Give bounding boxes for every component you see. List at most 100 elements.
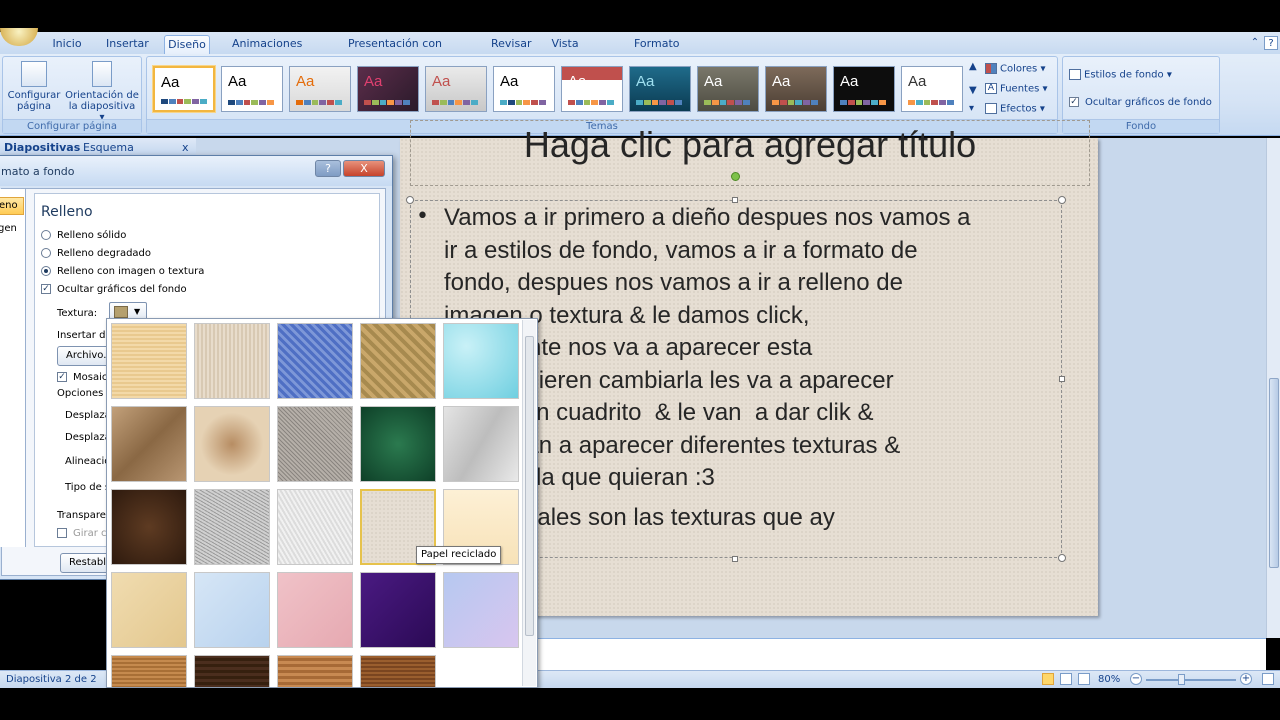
zoom-in-icon[interactable]: + (1240, 673, 1252, 685)
theme-thumbnail[interactable]: Aa (765, 66, 827, 112)
theme-thumbnail[interactable]: Aa (289, 66, 351, 112)
zoom-out-icon[interactable]: − (1130, 673, 1142, 685)
theme-thumbnail[interactable]: Aa (629, 66, 691, 112)
radio-icon (41, 230, 51, 240)
sorter-view-icon[interactable] (1060, 673, 1072, 685)
texture-tile[interactable] (194, 655, 270, 687)
texture-tile[interactable] (277, 406, 353, 482)
checkbox-ocultar-graficos[interactable]: ✓ Ocultar gráficos del fondo (41, 284, 187, 295)
zoom-slider-thumb[interactable] (1178, 674, 1185, 685)
tab-inicio[interactable]: Inicio (52, 35, 82, 54)
tab-vista[interactable]: Vista (551, 35, 579, 54)
orientacion-button[interactable]: Orientación de la diapositiva ▾ (65, 61, 139, 123)
texture-gallery (106, 318, 538, 688)
texture-tile[interactable] (360, 655, 436, 687)
texture-tooltip: Papel reciclado (416, 546, 502, 564)
more-themes-icon[interactable]: ▾ (969, 103, 974, 114)
texture-tile[interactable] (194, 572, 270, 648)
theme-thumbnail[interactable]: Aa (425, 66, 487, 112)
radio-relleno-solido[interactable]: Relleno sólido (41, 230, 126, 241)
powerpoint-window: Inicio Insertar Diseño Animaciones Presentac… (0, 0, 1280, 720)
textura-label: Textura: (57, 308, 98, 319)
theme-color-swatches (704, 100, 750, 105)
theme-sample-text: Aa (840, 73, 859, 90)
help-button[interactable]: ? (315, 160, 341, 177)
texture-tile[interactable] (194, 489, 270, 565)
close-button[interactable]: X (343, 160, 385, 177)
theme-thumbnail[interactable]: Aa (561, 66, 623, 112)
zoom-level[interactable]: 80% (1098, 674, 1120, 685)
theme-thumbnail[interactable]: Aa (901, 66, 963, 112)
normal-view-icon[interactable] (1042, 673, 1054, 685)
scrollbar-thumb[interactable] (1269, 378, 1279, 568)
texture-tile[interactable] (277, 655, 353, 687)
minimize-ribbon-icon[interactable]: ⌃ (1248, 36, 1262, 50)
zoom-slider[interactable] (1146, 679, 1236, 681)
nav-relleno[interactable]: eno (0, 197, 24, 215)
tab-animaciones[interactable]: Animaciones (232, 35, 302, 54)
vertical-scrollbar[interactable] (1266, 138, 1280, 638)
tab-esquema[interactable]: Esquema (83, 140, 134, 156)
estilos-fondo-button[interactable]: Estilos de fondo ▾ (1069, 69, 1172, 81)
scroll-up-themes[interactable]: ▲ (969, 61, 977, 72)
texture-tile[interactable] (194, 406, 270, 482)
colores-button[interactable]: Colores ▾ (985, 63, 1045, 75)
texture-tile[interactable] (443, 572, 519, 648)
theme-thumbnail[interactable]: Aa (833, 66, 895, 112)
theme-thumbnail[interactable]: Aa (357, 66, 419, 112)
configurar-pagina-button[interactable]: Configurar página (5, 61, 63, 112)
texture-tile[interactable] (277, 489, 353, 565)
texture-tile[interactable] (360, 572, 436, 648)
efectos-button[interactable]: Efectos ▾ (985, 103, 1045, 115)
checkbox-checked-icon: ✓ (1069, 97, 1079, 107)
radio-relleno-degradado[interactable]: Relleno degradado (41, 248, 151, 259)
resize-handle-b[interactable] (732, 556, 738, 562)
texture-tile[interactable] (111, 655, 187, 687)
texture-tile[interactable] (360, 406, 436, 482)
tab-revisar[interactable]: Revisar (491, 35, 531, 54)
nav-imagen[interactable]: gen (0, 223, 17, 234)
texture-tile[interactable] (277, 572, 353, 648)
checkbox-mosaico[interactable]: ✓ Mosaic (57, 372, 107, 383)
resize-handle-tr[interactable] (1058, 196, 1066, 204)
checkbox-girar[interactable]: Girar co (57, 528, 113, 539)
theme-thumbnail[interactable]: Aa (697, 66, 759, 112)
gallery-scroll-thumb[interactable] (525, 336, 534, 636)
tab-presentación-con-diapositivas[interactable]: Presentación con diapositivas (320, 35, 470, 68)
radio-relleno-imagen[interactable]: Relleno con imagen o textura (41, 266, 204, 277)
transparencia-label: Transparen (57, 510, 113, 521)
fit-window-icon[interactable] (1262, 673, 1274, 685)
fuentes-button[interactable]: A Fuentes ▾ (985, 83, 1048, 95)
close-panel-icon[interactable]: x (182, 140, 189, 156)
slideshow-view-icon[interactable] (1078, 673, 1090, 685)
theme-thumbnail[interactable]: Aa (153, 66, 215, 112)
ocultar-graficos-checkbox[interactable]: ✓ Ocultar gráficos de fondo (1069, 97, 1212, 108)
tab-diapositivas[interactable]: Diapositivas (4, 140, 80, 156)
texture-tile[interactable] (360, 323, 436, 399)
texture-tile[interactable] (111, 489, 187, 565)
tab-diseño[interactable]: Diseño (164, 35, 210, 54)
help-icon[interactable]: ? (1264, 36, 1278, 50)
bullet-marker: • (416, 204, 429, 229)
gallery-scrollbar[interactable] (522, 320, 536, 686)
texture-tile[interactable] (277, 323, 353, 399)
texture-tile[interactable] (111, 572, 187, 648)
title-placeholder[interactable]: Haga clic para agregar título (410, 120, 1090, 186)
group-label-configurar: Configurar página (3, 119, 141, 133)
dialog-nav: eno gen (0, 189, 26, 547)
texture-tile[interactable] (443, 323, 519, 399)
scroll-down-themes[interactable]: ▼ (969, 85, 977, 96)
texture-tile[interactable] (443, 406, 519, 482)
tab-formato[interactable]: Formato (634, 35, 680, 54)
resize-handle-tl[interactable] (406, 196, 414, 204)
theme-thumbnail[interactable]: Aa (221, 66, 283, 112)
texture-tile[interactable] (111, 323, 187, 399)
resize-handle-br[interactable] (1058, 554, 1066, 562)
theme-thumbnail[interactable]: Aa (493, 66, 555, 112)
resize-handle-r[interactable] (1059, 376, 1065, 382)
texture-tile[interactable] (194, 323, 270, 399)
texture-tile[interactable] (111, 406, 187, 482)
tab-insertar[interactable]: Insertar (106, 35, 149, 54)
rotate-handle[interactable] (731, 172, 740, 181)
notes-area[interactable] (536, 638, 1266, 670)
